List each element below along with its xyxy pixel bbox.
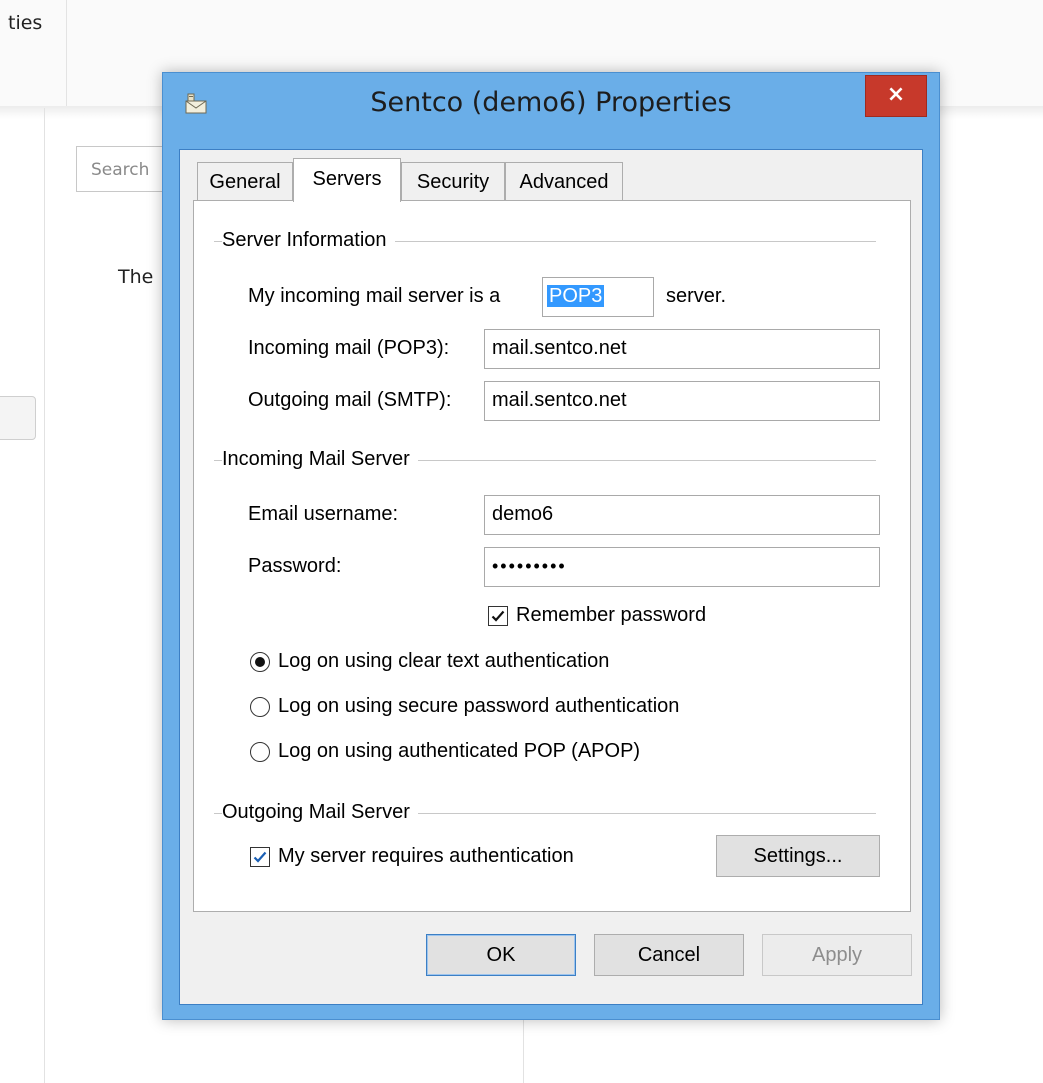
checkmark-icon bbox=[491, 610, 505, 622]
incoming-server-title: Incoming Mail Server bbox=[222, 448, 418, 471]
incoming-mail-field[interactable]: mail.sentco.net bbox=[484, 329, 880, 369]
background-divider-right bbox=[523, 1020, 524, 1083]
server-information-title: Server Information bbox=[222, 229, 395, 252]
email-username-field[interactable]: demo6 bbox=[484, 495, 880, 535]
email-username-label: Email username: bbox=[248, 503, 399, 525]
background-search-placeholder: Search bbox=[91, 160, 150, 180]
cancel-button[interactable]: Cancel bbox=[594, 934, 744, 976]
outgoing-mail-label: Outgoing mail (SMTP): bbox=[248, 389, 452, 411]
tab-general[interactable]: General bbox=[197, 162, 293, 200]
incoming-type-suffix-label: server. bbox=[666, 285, 727, 307]
background-header-title: ties bbox=[8, 12, 43, 34]
requires-auth-label: My server requires authentication bbox=[278, 845, 574, 867]
outgoing-server-title: Outgoing Mail Server bbox=[222, 801, 418, 824]
incoming-server-type-value: POP3 bbox=[547, 285, 605, 307]
incoming-type-prefix-label: My incoming mail server is a bbox=[248, 285, 501, 307]
incoming-mail-label: Incoming mail (POP3): bbox=[248, 337, 450, 359]
auth-apop-label: Log on using authenticated POP (APOP) bbox=[278, 740, 641, 762]
auth-secure-password-radio[interactable] bbox=[250, 697, 270, 717]
auth-clear-text-label: Log on using clear text authentication bbox=[278, 650, 610, 672]
remember-password-label: Remember password bbox=[516, 604, 707, 626]
auth-secure-password-label: Log on using secure password authenticat… bbox=[278, 695, 680, 717]
background-header-divider bbox=[66, 0, 67, 106]
tab-servers[interactable]: Servers bbox=[293, 158, 401, 202]
tab-advanced[interactable]: Advanced bbox=[505, 162, 623, 200]
dialog-client-area: General Servers Security Advanced Server… bbox=[179, 149, 923, 1005]
background-body-text: The bbox=[118, 266, 154, 288]
close-button[interactable]: × bbox=[865, 75, 927, 117]
checkmark-icon bbox=[253, 851, 267, 863]
incoming-server-type-field[interactable]: POP3 bbox=[542, 277, 654, 317]
background-divider-left bbox=[44, 108, 45, 1083]
servers-tab-panel: Server Information My incoming mail serv… bbox=[193, 200, 911, 912]
settings-button[interactable]: Settings... bbox=[716, 835, 880, 877]
dialog-title: Sentco (demo6) Properties bbox=[370, 87, 732, 118]
password-label: Password: bbox=[248, 555, 342, 577]
auth-apop-radio[interactable] bbox=[250, 742, 270, 762]
requires-auth-checkbox[interactable] bbox=[250, 847, 270, 867]
background-button[interactable] bbox=[0, 396, 36, 440]
password-field[interactable]: ••••••••• bbox=[484, 547, 880, 587]
tab-security[interactable]: Security bbox=[401, 162, 505, 200]
auth-clear-text-radio[interactable] bbox=[250, 652, 270, 672]
apply-button[interactable]: Apply bbox=[762, 934, 912, 976]
ok-button[interactable]: OK bbox=[426, 934, 576, 976]
dialog-titlebar[interactable]: Sentco (demo6) Properties × bbox=[163, 73, 939, 149]
outgoing-mail-field[interactable]: mail.sentco.net bbox=[484, 381, 880, 421]
properties-dialog: Sentco (demo6) Properties × General Serv… bbox=[162, 72, 940, 1020]
remember-password-checkbox[interactable] bbox=[488, 606, 508, 626]
close-icon: × bbox=[886, 82, 906, 107]
